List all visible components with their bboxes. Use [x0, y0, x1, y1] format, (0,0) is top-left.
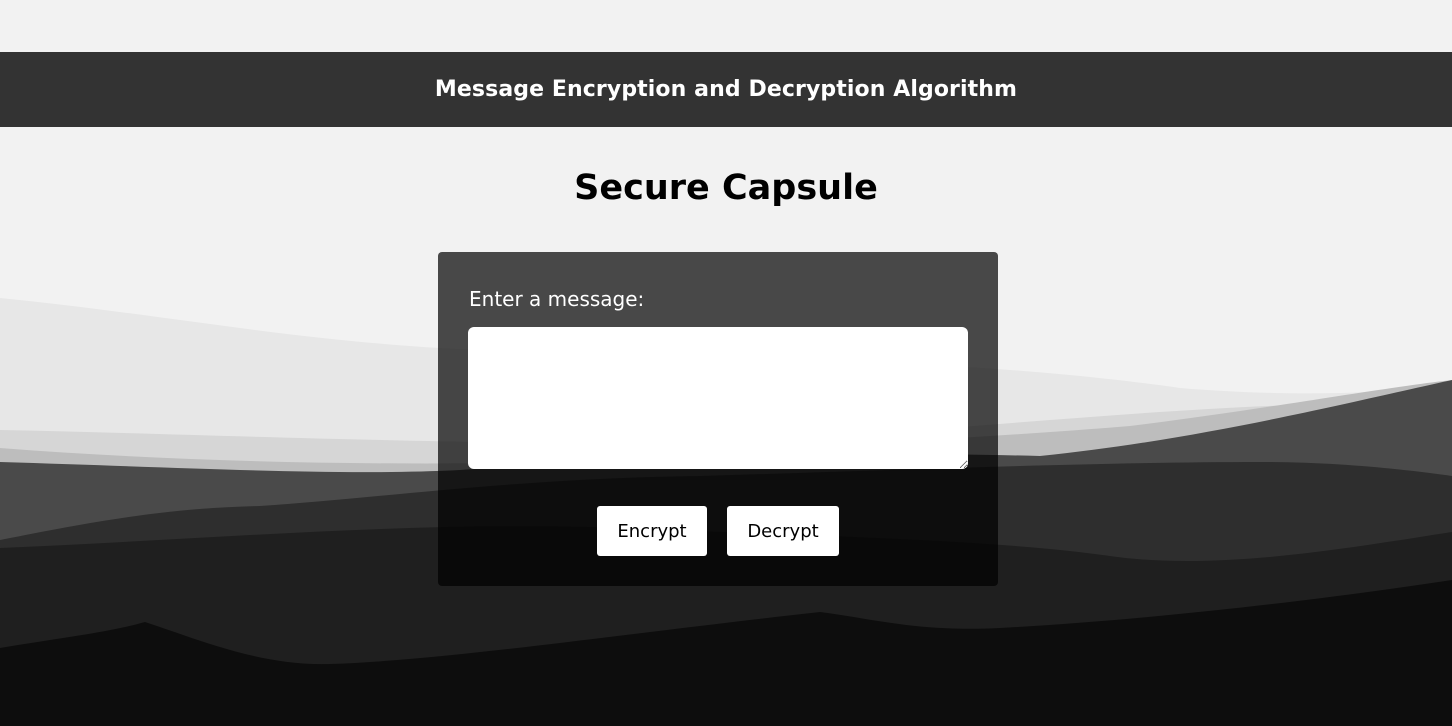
message-form-card: Enter a message: Encrypt Decrypt: [438, 252, 998, 586]
message-label: Enter a message:: [469, 287, 645, 311]
header-title: Message Encryption and Decryption Algori…: [434, 77, 1018, 102]
decrypt-button[interactable]: Decrypt: [727, 506, 839, 556]
encrypt-button[interactable]: Encrypt: [597, 506, 707, 556]
page-title: Secure Capsule: [574, 168, 878, 208]
message-input[interactable]: [468, 327, 968, 469]
top-header-bar: Message Encryption and Decryption Algori…: [0, 52, 1452, 127]
